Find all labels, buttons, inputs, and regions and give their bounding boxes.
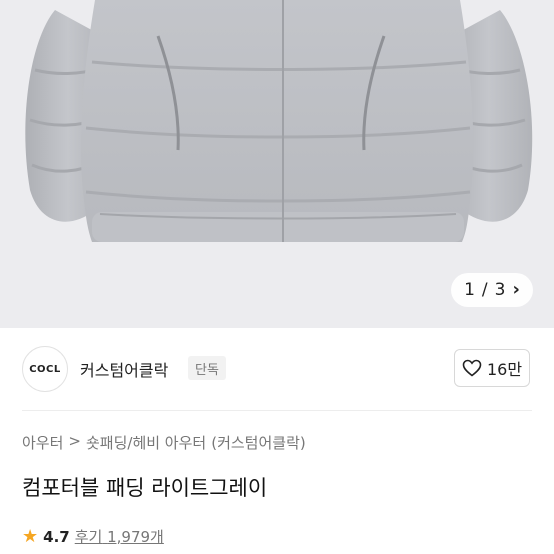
divider xyxy=(22,410,532,411)
image-pager[interactable]: 1 / 3 › xyxy=(451,273,533,307)
rating-row: ★ 4.7 후기 1,979개 xyxy=(22,526,164,547)
product-title: 컴포터블 패딩 라이트그레이 xyxy=(22,476,268,500)
reviews-count: 1,979개 xyxy=(107,528,164,546)
brand-logo-text: COCL xyxy=(29,363,61,375)
like-button[interactable]: 16만 xyxy=(454,349,530,387)
reviews-link[interactable]: 후기 1,979개 xyxy=(75,526,164,547)
reviews-label: 후기 xyxy=(74,528,103,546)
breadcrumb-root[interactable]: 아우터 xyxy=(22,432,63,453)
heart-icon xyxy=(462,359,482,377)
like-count: 16만 xyxy=(486,360,523,379)
pager-current: 1 xyxy=(464,280,475,300)
pager-separator: / xyxy=(481,280,488,300)
rating-score: 4.7 xyxy=(43,527,70,546)
pager-total: 3 xyxy=(494,280,506,300)
brand-name[interactable]: 커스텀어클락 xyxy=(80,357,168,381)
breadcrumb-separator: > xyxy=(68,432,81,450)
brand-logo[interactable]: COCL xyxy=(22,346,68,392)
breadcrumb-brand[interactable]: (커스텀어클락) xyxy=(211,432,306,453)
chevron-right-icon[interactable]: › xyxy=(512,281,519,299)
product-image-carousel[interactable]: 1 / 3 › xyxy=(0,0,554,328)
exclusive-badge: 단독 xyxy=(188,356,226,380)
brand-row: COCL 커스텀어클락 단독 16만 xyxy=(0,328,554,412)
star-icon: ★ xyxy=(22,525,39,547)
breadcrumb-category[interactable]: 숏패딩/헤비 아우터 xyxy=(86,432,206,453)
breadcrumb: 아우터 > 숏패딩/헤비 아우터 (커스텀어클락) xyxy=(22,432,306,453)
